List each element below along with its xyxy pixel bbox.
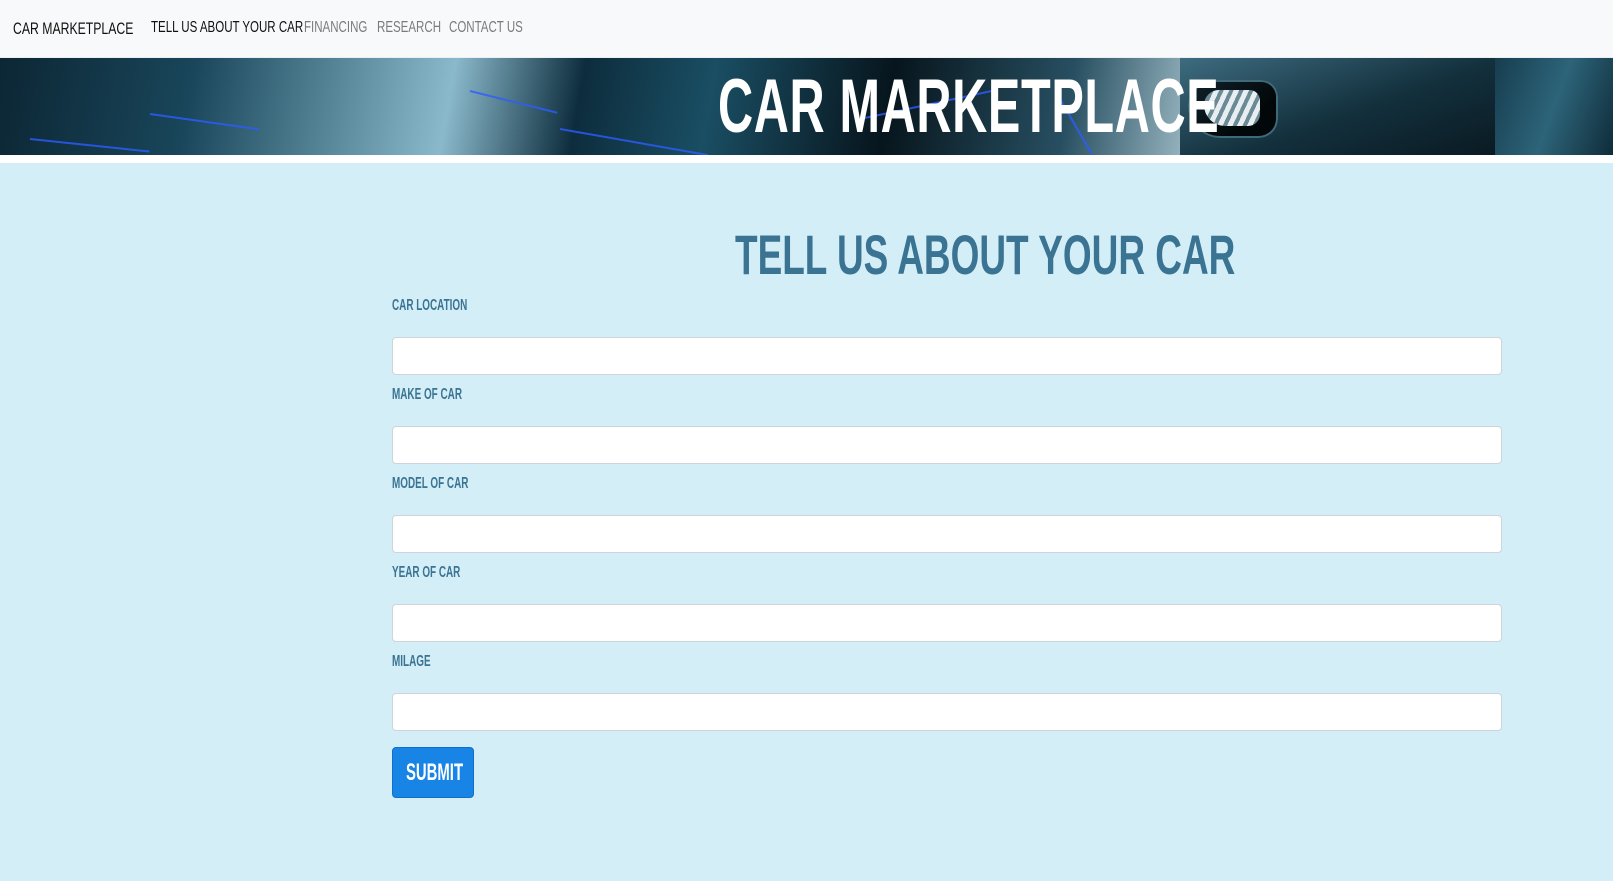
model-of-car-label: MODEL OF CAR: [392, 475, 469, 492]
navbar: CAR MARKETPLACE TELL US ABOUT YOUR CAR F…: [0, 0, 1613, 58]
car-location-label: CAR LOCATION: [392, 297, 468, 314]
page-title: TELL US ABOUT YOUR CAR: [735, 223, 1236, 286]
submit-button[interactable]: SUBMIT: [392, 747, 474, 798]
banner-streak: [559, 128, 708, 155]
milage-label: MILAGE: [392, 653, 431, 670]
car-location-input[interactable]: [392, 337, 1502, 375]
model-of-car-input[interactable]: [392, 515, 1502, 553]
banner-right-panel: [1495, 58, 1613, 155]
brand-link[interactable]: CAR MARKETPLACE: [13, 19, 133, 39]
year-of-car-input[interactable]: [392, 604, 1502, 642]
nav-link-tell-us[interactable]: TELL US ABOUT YOUR CAR: [151, 19, 303, 37]
nav-link-financing[interactable]: FINANCING: [304, 19, 367, 37]
hero-banner: CAR MARKETPLACE: [0, 58, 1613, 155]
make-of-car-label: MAKE OF CAR: [392, 386, 462, 403]
main-content: TELL US ABOUT YOUR CAR CAR LOCATION MAKE…: [0, 163, 1613, 881]
banner-title: CAR MARKETPLACE: [718, 64, 1220, 149]
banner-streak: [29, 138, 150, 153]
banner-streak: [469, 90, 558, 114]
nav-link-research[interactable]: RESEARCH: [377, 19, 441, 37]
banner-divider: [0, 155, 1613, 163]
year-of-car-label: YEAR OF CAR: [392, 564, 461, 581]
nav-link-contact-us[interactable]: CONTACT US: [449, 19, 523, 37]
submit-button-label: SUBMIT: [406, 759, 464, 786]
milage-input[interactable]: [392, 693, 1502, 731]
banner-streak: [149, 113, 260, 131]
make-of-car-input[interactable]: [392, 426, 1502, 464]
